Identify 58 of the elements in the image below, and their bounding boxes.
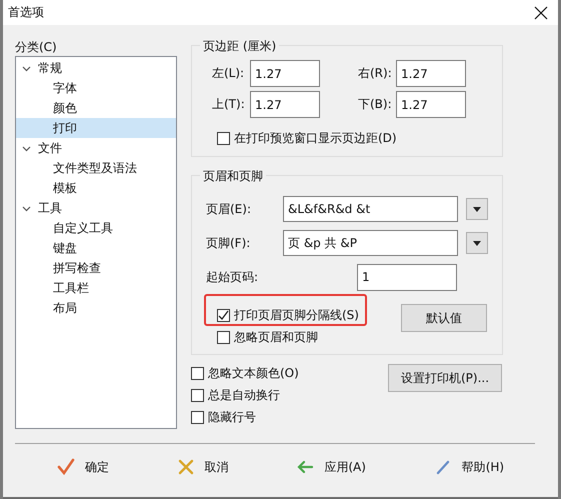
checkbox[interactable] — [217, 308, 230, 322]
checkbox[interactable] — [217, 132, 230, 144]
arrow-icon — [296, 458, 314, 476]
checkbox-label: 隐藏行号 — [208, 408, 256, 426]
close-icon — [534, 6, 548, 20]
tree-item[interactable]: 布局 — [16, 298, 176, 318]
default-button[interactable]: 默认值 — [401, 304, 487, 332]
tree-item[interactable]: 模板 — [16, 178, 176, 198]
checkbox-label: 在打印预览窗口显示页边距(D) — [234, 130, 397, 146]
checkbox[interactable] — [217, 330, 230, 344]
tree-item[interactable]: 颜色 — [16, 98, 176, 118]
tree-item[interactable]: 自定义工具 — [16, 218, 176, 238]
checkbox-label: 忽略文本颜色(O) — [208, 364, 299, 382]
dialog-button[interactable]: 应用(A) — [290, 452, 372, 482]
checkbox[interactable] — [191, 410, 204, 424]
category-label: 分类(C) — [15, 39, 58, 56]
input-field[interactable]: 页 &p 共 &P — [283, 230, 458, 256]
tree-item[interactable]: 常规 — [16, 58, 176, 78]
field-label: 页脚(F): — [206, 234, 252, 252]
checkbox-label: 总是自动换行 — [208, 386, 280, 404]
dialog-button[interactable]: 取消 — [170, 452, 235, 482]
field-label: 上(T): — [212, 96, 246, 113]
cross-icon — [176, 458, 195, 476]
dialog-button[interactable]: 确定 — [50, 452, 115, 482]
checkbox-label: 忽略页眉和页脚 — [234, 328, 318, 346]
checkbox[interactable] — [191, 388, 204, 402]
window-title: 首选项 — [8, 4, 44, 21]
field-label: 下(B): — [358, 96, 393, 113]
field-label: 右(R): — [358, 65, 393, 82]
input-field[interactable]: 1.27 — [250, 91, 320, 118]
input-field[interactable]: &L&f&R&d &t — [283, 196, 458, 222]
tree-item[interactable]: 打印 — [16, 118, 176, 138]
group-title: 页眉和页脚 — [200, 168, 266, 185]
tree-item[interactable]: 字体 — [16, 78, 176, 98]
input-field[interactable]: 1.27 — [396, 91, 466, 118]
dropdown-button[interactable] — [466, 232, 488, 254]
input-field[interactable]: 1.27 — [396, 60, 466, 87]
checkbox-label: 打印页眉页脚分隔线(S) — [234, 306, 359, 324]
checkbox[interactable] — [191, 366, 204, 380]
input-field[interactable]: 1 — [357, 264, 457, 290]
caret-down-icon — [473, 240, 481, 246]
field-label: 左(L): — [212, 65, 246, 82]
tree-item[interactable]: 工具 — [16, 198, 176, 218]
field-label: 页眉(E): — [206, 200, 252, 218]
printer-setup-button[interactable]: 设置打印机(P)... — [388, 364, 502, 392]
input-field[interactable]: 1.27 — [250, 60, 320, 87]
caret-down-icon — [473, 206, 481, 212]
tree-item[interactable]: 文件 — [16, 138, 176, 158]
field-label: 起始页码: — [206, 268, 260, 286]
check-icon — [56, 458, 75, 476]
tree-item[interactable]: 拼写检查 — [16, 258, 176, 278]
check-icon — [218, 310, 229, 320]
tree-item[interactable]: 键盘 — [16, 238, 176, 258]
tree-item[interactable]: 文件类型及语法 — [16, 158, 176, 178]
dialog-button[interactable]: 帮助(H) — [428, 452, 510, 482]
group-title: 页边距 (厘米) — [200, 38, 280, 55]
tree-item[interactable]: 工具栏 — [16, 278, 176, 298]
dropdown-button[interactable] — [466, 198, 488, 220]
